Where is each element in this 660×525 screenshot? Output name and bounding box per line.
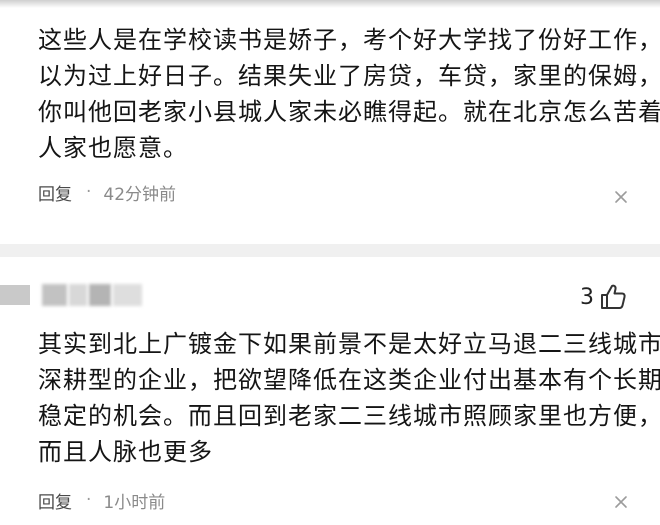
meta-separator: · bbox=[86, 182, 92, 202]
avatar[interactable] bbox=[0, 285, 30, 305]
comment-1-line: 以为过上好日子。结果失业了房贷，车贷，家里的保姆， bbox=[38, 62, 660, 90]
previous-comment-edge bbox=[0, 0, 660, 8]
comment-2-meta: 回复 · 1小时前 bbox=[38, 486, 165, 514]
comment-1-line: 你叫他回老家小县城人家未必瞧得起。就在北京怎么苦着 bbox=[38, 98, 660, 126]
comment-2-line: 深耕型的企业，把欲望降低在这类企业付出基本有个长期 bbox=[38, 366, 660, 394]
comment-1-text: 这些人是在学校读书是娇子，考个好大学找了份好工作， 以为过上好日子。结果失业了房贷… bbox=[38, 22, 660, 166]
close-icon[interactable] bbox=[614, 190, 628, 204]
comment-1-line: 这些人是在学校读书是娇子，考个好大学找了份好工作， bbox=[38, 26, 660, 54]
comment-2-line: 其实到北上广镀金下如果前景不是太好立马退二三线城市 bbox=[38, 330, 660, 358]
comment-time: 1小时前 bbox=[103, 492, 166, 513]
reply-button[interactable]: 回复 bbox=[38, 180, 72, 205]
meta-separator: · bbox=[86, 490, 92, 510]
comment-2-line: 而且人脉也更多 bbox=[38, 438, 213, 466]
comment-1-meta: 回复 · 42分钟前 bbox=[38, 178, 176, 206]
like-button[interactable]: 3 bbox=[580, 280, 628, 314]
thumbs-up-icon bbox=[601, 284, 626, 309]
close-icon[interactable] bbox=[614, 495, 628, 509]
comment-time: 42分钟前 bbox=[103, 184, 177, 205]
comment-divider bbox=[0, 244, 660, 257]
comment-1-line: 人家也愿意。 bbox=[38, 134, 188, 162]
comment-2-line: 稳定的机会。而且回到老家二三线城市照顾家里也方便， bbox=[38, 402, 660, 430]
reply-button[interactable]: 回复 bbox=[38, 488, 72, 513]
comment-2-text: 其实到北上广镀金下如果前景不是太好立马退二三线城市 深耕型的企业，把欲望降低在这类… bbox=[38, 326, 660, 470]
username-blurred bbox=[42, 284, 142, 306]
like-count: 3 bbox=[580, 284, 594, 310]
